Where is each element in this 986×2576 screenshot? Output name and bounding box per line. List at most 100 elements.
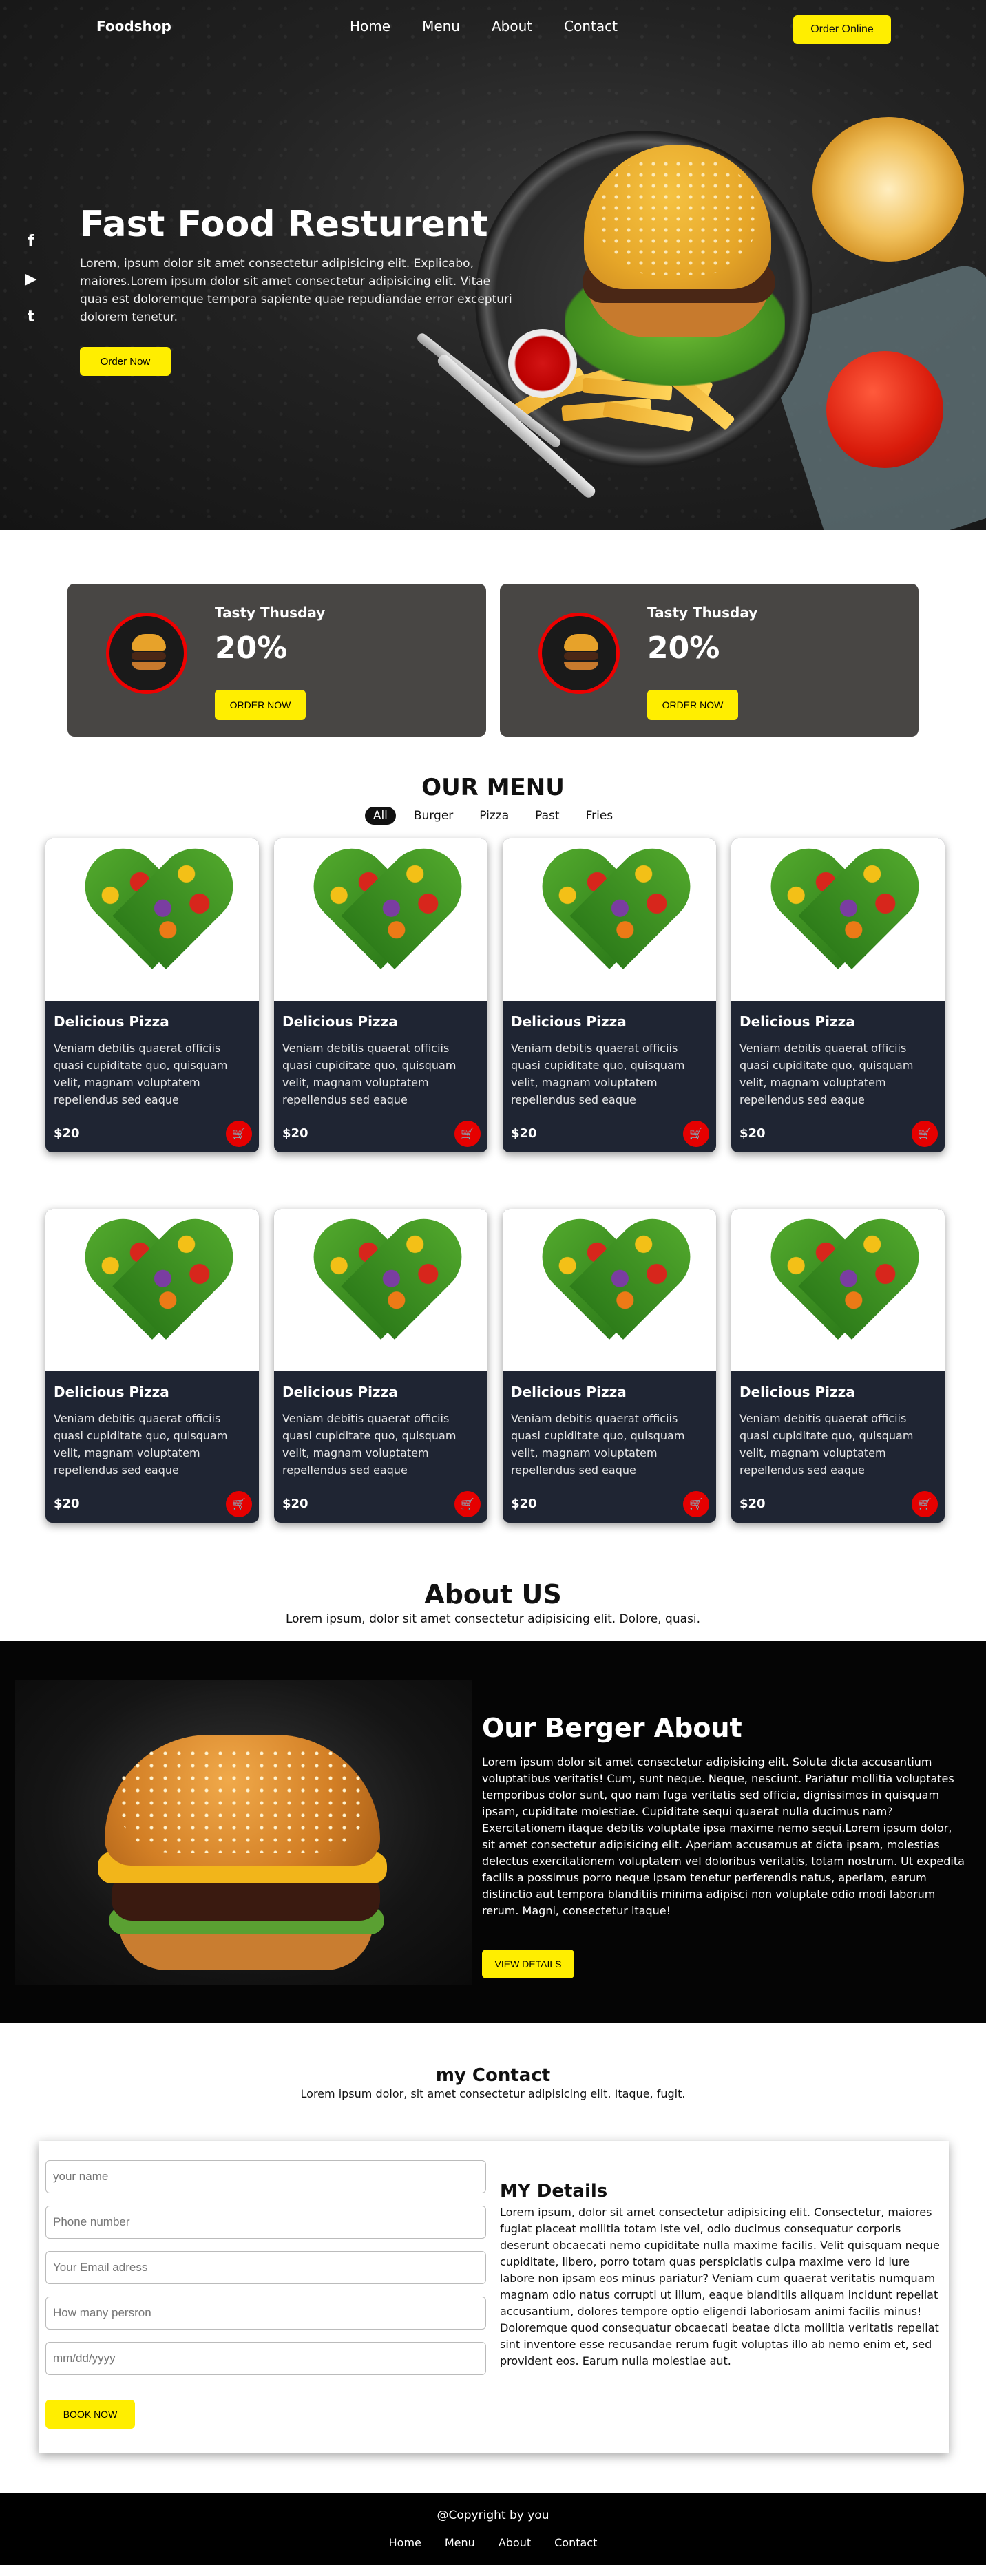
tomato-image [826, 351, 943, 468]
contact-section: my Contact Lorem ipsum dolor, sit amet c… [0, 2064, 986, 2453]
book-now-button[interactable]: BOOK NOW [45, 2400, 135, 2429]
menu-section: OUR MENU All Burger Pizza Past Fries Del… [0, 771, 986, 1576]
footer-link-menu[interactable]: Menu [445, 2536, 475, 2549]
offer-card: Tasty Thusday 20% ORDER NOW [67, 584, 486, 737]
food-image [274, 838, 487, 1001]
offer-title: Tasty Thusday [215, 604, 326, 621]
about-band: Our Berger About Lorem ipsum dolor sit a… [0, 1641, 986, 2023]
food-image [731, 1209, 945, 1371]
vegetable-heart-image [319, 1223, 443, 1347]
about-subtitle: Lorem ipsum, dolor sit amet consectetur … [285, 1612, 701, 1626]
offer-title: Tasty Thusday [647, 604, 758, 621]
date-field[interactable] [45, 2342, 486, 2375]
top-nav: Foodshop Home Menu About Contact Order O… [0, 0, 986, 55]
card-title: Delicious Pizza [740, 1384, 855, 1400]
food-image [45, 838, 259, 1001]
cart-icon[interactable]: 🛒 [683, 1491, 709, 1517]
card-text: Veniam debitis quaerat officiis quasi cu… [740, 1042, 914, 1106]
nav-link-menu[interactable]: Menu [422, 18, 460, 34]
hero-section: Foodshop Home Menu About Contact Order O… [0, 0, 986, 530]
contact-subtitle: Lorem ipsum dolor, sit amet consectetur … [300, 2087, 686, 2100]
order-online-button[interactable]: Order Online [793, 15, 891, 44]
offer-order-button[interactable]: ORDER NOW [215, 690, 306, 720]
big-burger-image [15, 1680, 472, 1985]
details-title: MY Details [500, 2181, 608, 2202]
offer-burger-image [538, 613, 620, 694]
card-text: Veniam debitis quaerat officiis quasi cu… [740, 1412, 914, 1477]
cart-icon[interactable]: 🛒 [683, 1121, 709, 1147]
card-price: $20 [54, 1126, 80, 1141]
phone-field[interactable] [45, 2206, 486, 2239]
youtube-icon[interactable]: ▶ [21, 271, 41, 288]
view-details-button[interactable]: VIEW DETAILS [482, 1950, 574, 1978]
card-title: Delicious Pizza [54, 1013, 169, 1030]
hero-title: Fast Food Resturent [80, 204, 488, 245]
twitter-icon[interactable]: t [21, 308, 41, 326]
email-field[interactable] [45, 2251, 486, 2284]
footer-link-home[interactable]: Home [389, 2536, 421, 2549]
footer-links: Home Menu About Contact [0, 2536, 986, 2549]
about-section: About US Lorem ipsum, dolor sit amet con… [0, 1576, 986, 2023]
card-title: Delicious Pizza [740, 1013, 855, 1030]
card-price: $20 [282, 1497, 308, 1511]
ketchup-bowl-image [508, 329, 577, 398]
card-price: $20 [282, 1126, 308, 1141]
cart-icon[interactable]: 🛒 [226, 1121, 252, 1147]
food-image [503, 1209, 716, 1371]
vegetable-heart-image [319, 852, 443, 976]
nav-link-contact[interactable]: Contact [564, 18, 618, 34]
offers-section: Tasty Thusday 20% ORDER NOW Tasty Thusda… [0, 530, 986, 771]
footer: @Copyright by you Home Menu About Contac… [0, 2493, 986, 2565]
cart-icon[interactable]: 🛒 [912, 1121, 938, 1147]
card-text: Veniam debitis quaerat officiis quasi cu… [282, 1042, 457, 1106]
card-text: Veniam debitis quaerat officiis quasi cu… [511, 1412, 685, 1477]
social-icons: f ▶ t [21, 233, 41, 326]
menu-title: OUR MENU [421, 774, 565, 801]
cart-icon[interactable]: 🛒 [912, 1491, 938, 1517]
about-text: Lorem ipsum dolor sit amet consectetur a… [482, 1755, 965, 1917]
vegetable-heart-image [90, 852, 214, 976]
cart-icon[interactable]: 🛒 [454, 1121, 481, 1147]
card-text: Veniam debitis quaerat officiis quasi cu… [511, 1042, 685, 1106]
menu-card: Delicious Pizza Veniam debitis quaerat o… [274, 838, 487, 1152]
menu-card: Delicious Pizza Veniam debitis quaerat o… [45, 1209, 259, 1523]
order-now-button[interactable]: Order Now [80, 347, 171, 376]
menu-card: Delicious Pizza Veniam debitis quaerat o… [731, 838, 945, 1152]
menu-grid: Delicious Pizza Veniam debitis quaerat o… [0, 826, 986, 1576]
name-field[interactable] [45, 2160, 486, 2193]
offer-card: Tasty Thusday 20% ORDER NOW [500, 584, 919, 737]
menu-filters: All Burger Pizza Past Fries [0, 805, 986, 826]
menu-card: Delicious Pizza Veniam debitis quaerat o… [274, 1209, 487, 1523]
cart-icon[interactable]: 🛒 [454, 1491, 481, 1517]
offer-burger-image [106, 613, 187, 694]
food-image [503, 838, 716, 1001]
menu-card: Delicious Pizza Veniam debitis quaerat o… [731, 1209, 945, 1523]
brand-logo[interactable]: Foodshop [96, 18, 171, 34]
about-heading: Our Berger About [482, 1713, 742, 1743]
menu-card: Delicious Pizza Veniam debitis quaerat o… [45, 838, 259, 1152]
filter-burger[interactable]: Burger [406, 807, 461, 825]
filter-all[interactable]: All [364, 807, 396, 825]
nav-link-home[interactable]: Home [350, 18, 390, 34]
card-price: $20 [511, 1497, 537, 1511]
footer-link-about[interactable]: About [499, 2536, 531, 2549]
food-image [731, 838, 945, 1001]
card-text: Veniam debitis quaerat officiis quasi cu… [54, 1042, 228, 1106]
details-text: Lorem ipsum, dolor sit amet consectetur … [500, 2206, 940, 2367]
card-price: $20 [740, 1126, 766, 1141]
card-price: $20 [740, 1497, 766, 1511]
card-title: Delicious Pizza [282, 1013, 398, 1030]
card-price: $20 [54, 1497, 80, 1511]
cart-icon[interactable]: 🛒 [226, 1491, 252, 1517]
nav-link-about[interactable]: About [492, 18, 532, 34]
offer-order-button[interactable]: ORDER NOW [647, 690, 738, 720]
filter-past[interactable]: Past [527, 807, 567, 825]
offer-discount: 20% [215, 631, 288, 666]
footer-link-contact[interactable]: Contact [554, 2536, 597, 2549]
filter-pizza[interactable]: Pizza [471, 807, 517, 825]
hero-text: Lorem, ipsum dolor sit amet consectetur … [80, 257, 512, 324]
facebook-icon[interactable]: f [21, 233, 41, 250]
contact-card: BOOK NOW MY Details Lorem ipsum, dolor s… [39, 2141, 949, 2453]
filter-fries[interactable]: Fries [578, 807, 622, 825]
persons-field[interactable] [45, 2297, 486, 2330]
